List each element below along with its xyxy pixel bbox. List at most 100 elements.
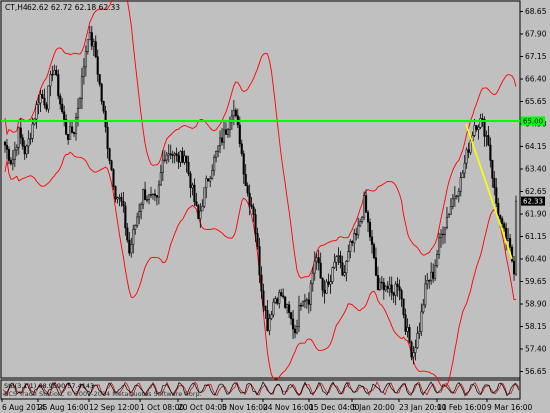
candle-body [455, 195, 458, 198]
candle-body [299, 305, 302, 307]
candle-body [169, 153, 172, 156]
candle-body [345, 261, 348, 273]
candle-body [244, 173, 247, 186]
candle-body [100, 83, 103, 102]
candle-body [288, 304, 291, 313]
candle-body [45, 104, 48, 110]
candle-body [193, 184, 196, 202]
candle-body [445, 216, 449, 228]
candle-body [242, 153, 245, 175]
price-tick-label: 59.65 [525, 277, 547, 286]
candle-body [359, 221, 362, 227]
candle-body [140, 204, 143, 212]
candle-body [434, 265, 437, 279]
candle-body [264, 305, 267, 311]
candle-body [124, 205, 127, 229]
candle-body [37, 102, 40, 105]
candle-body [469, 140, 472, 153]
time-tick-label: 5 Nov 16:00 [222, 403, 268, 412]
candle-body [290, 312, 293, 320]
candle-body [234, 109, 237, 116]
candle-body [414, 347, 417, 353]
candle-body [292, 318, 295, 330]
candle-body [5, 144, 9, 150]
candle-body [102, 101, 105, 112]
candle-body [386, 286, 389, 289]
candle-body [497, 203, 500, 216]
candle-body [331, 267, 334, 282]
candle-body [224, 129, 228, 135]
candle-body [197, 205, 200, 220]
candle-body [138, 211, 141, 218]
candle-body [260, 274, 263, 292]
candle-body [339, 255, 342, 264]
candle-body [357, 225, 360, 236]
candle-body [185, 155, 188, 163]
candle-body [441, 233, 445, 236]
candle-body [274, 298, 277, 303]
candle-body [120, 197, 123, 202]
candle-body [55, 70, 58, 75]
candle-body [443, 227, 447, 235]
candle-body [21, 137, 24, 147]
symbol-label: CT,H4 [5, 3, 28, 12]
candle-body [303, 300, 306, 302]
candle-body [163, 159, 166, 162]
candle-body [219, 137, 222, 147]
candle-body [463, 162, 466, 174]
candle-body [246, 185, 249, 194]
current-price-badge: 62.33 [521, 196, 545, 206]
candle-body [487, 135, 490, 146]
candle-body [410, 341, 413, 358]
candle-body [222, 129, 226, 143]
candle-body [313, 260, 316, 274]
candle-body [84, 51, 87, 68]
candle-body [213, 156, 216, 171]
candle-body [327, 281, 330, 285]
candle-body [126, 227, 129, 241]
candle-body [86, 39, 89, 52]
candle-body [363, 195, 366, 218]
main-plot-frame [0, 0, 521, 379]
candle-body [268, 318, 271, 331]
candle-body [47, 85, 50, 110]
candle-body [108, 148, 111, 161]
candle-body [473, 125, 476, 136]
candle-body [449, 206, 452, 215]
candle-body [376, 275, 379, 291]
candle-body [39, 94, 42, 104]
candle-body [394, 283, 397, 296]
price-tick-label: 66.40 [525, 75, 547, 84]
candle-body [305, 299, 308, 301]
candle-body [422, 304, 425, 313]
candle-body [301, 301, 304, 307]
candle-body [509, 238, 512, 248]
candle-body [361, 216, 364, 222]
candle-body [145, 199, 149, 201]
candle-body [147, 194, 151, 200]
chart-window[interactable]: CT,H4 62.62 62.72 62.18 62.33 68.65 67.90… [0, 0, 550, 413]
candle-body [485, 135, 488, 137]
candle-body [67, 133, 70, 140]
candle-body [90, 32, 93, 47]
candle-body [53, 70, 56, 75]
candle-body [96, 56, 99, 75]
price-tick-label: 60.40 [525, 255, 547, 264]
candle-body [110, 160, 113, 170]
candle-body [72, 132, 76, 134]
candle-body [179, 151, 182, 163]
time-tick-label: 12 Sep 12:00 [89, 403, 139, 412]
candle-body [76, 108, 80, 118]
candle-body [59, 95, 62, 105]
chart-canvas[interactable]: CT,H4 62.62 62.72 62.18 62.33 68.65 67.90… [0, 0, 550, 413]
candle-body [276, 298, 279, 304]
candle-body [465, 149, 468, 164]
candle-body [451, 198, 454, 207]
svg-text:65.00: 65.00 [523, 118, 543, 126]
candle-body [341, 262, 344, 276]
candle-body [254, 214, 257, 234]
candle-body [128, 239, 131, 254]
candle-body [228, 121, 231, 130]
candle-body [252, 206, 255, 215]
candle-body [9, 160, 12, 165]
